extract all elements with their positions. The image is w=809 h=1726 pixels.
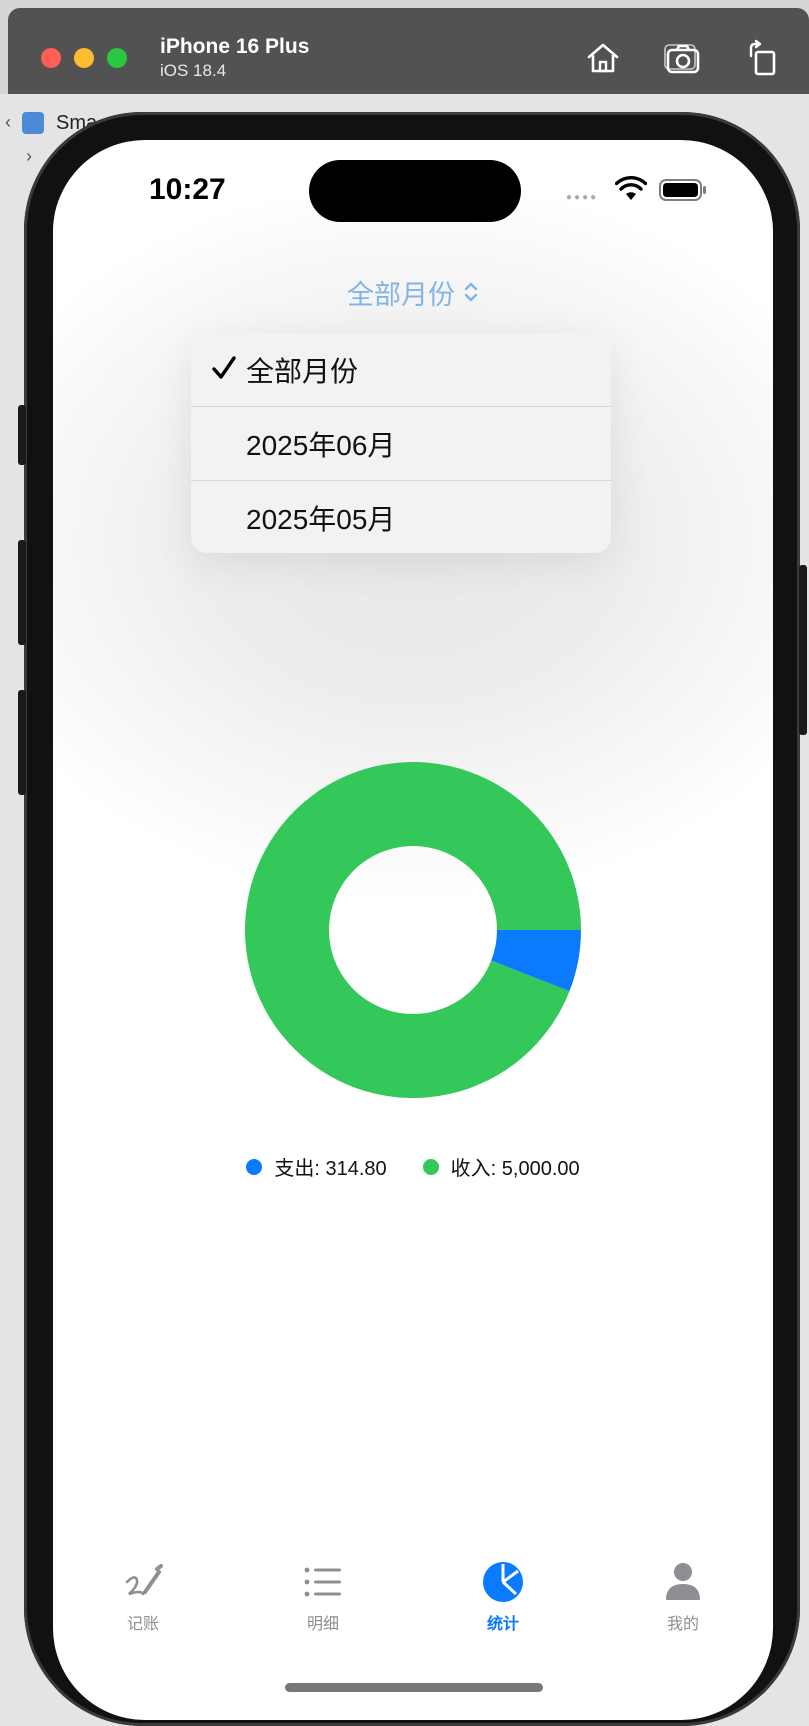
tab-profile[interactable]: 我的: [623, 1560, 743, 1650]
device-name: iPhone 16 Plus: [160, 35, 310, 58]
legend-dot-expense: [246, 1158, 263, 1175]
checkmark-icon: [212, 356, 236, 379]
chart-legend: 支出: 314.80 收入: 5,000.00: [53, 1152, 773, 1181]
action-button[interactable]: [18, 405, 26, 465]
volume-up-button[interactable]: [18, 540, 26, 645]
legend-item-income: 收入: 5,000.00: [422, 1152, 580, 1181]
month-picker-label: 全部月份: [347, 279, 455, 310]
tab-bar: 记账 明细 统计 我的: [53, 1560, 773, 1650]
disclosure-chevron-icon[interactable]: ‹: [5, 112, 11, 133]
tab-details[interactable]: 明细: [263, 1560, 383, 1650]
income-expense-donut-chart: [244, 762, 581, 1098]
list-icon: [304, 1567, 341, 1597]
pie-chart-icon: [483, 1562, 523, 1602]
chevron-up-down-icon: [464, 282, 478, 302]
disclosure-chevron-icon[interactable]: ›: [26, 146, 32, 167]
legend-item-expense: 支出: 314.80: [246, 1152, 387, 1181]
project-icon: [22, 112, 44, 134]
cellular-signal-icon: ●●●●: [566, 192, 599, 203]
status-time: 10:27: [149, 173, 226, 206]
month-dropdown-menu: 全部月份 2025年06月 2025年05月: [191, 333, 611, 553]
home-icon[interactable]: [583, 38, 623, 78]
rotate-icon[interactable]: [743, 38, 783, 78]
screenshot-icon[interactable]: [663, 38, 703, 78]
tab-record[interactable]: 记账: [83, 1560, 203, 1650]
minimize-window-button[interactable]: [74, 48, 94, 68]
month-option-label: 全部月份: [246, 355, 359, 387]
pen-scribble-icon: [125, 1564, 163, 1596]
app-screen: 10:27 ●●●● 全部月份 全部月份 2025年06月 2025年05月 支…: [53, 140, 773, 1720]
month-option-label: 2025年05月: [246, 503, 396, 535]
home-indicator: [285, 1683, 543, 1692]
battery-icon: [659, 179, 706, 201]
month-option-label: 2025年06月: [246, 429, 396, 461]
zoom-window-button[interactable]: [107, 48, 127, 68]
legend-label-expense: 支出: 314.80: [274, 1158, 387, 1180]
close-window-button[interactable]: [41, 48, 61, 68]
month-option-all[interactable]: 全部月份: [191, 333, 611, 407]
side-button[interactable]: [799, 565, 807, 735]
simulator-window: ‹ Sma › iPhone 16 Plus iOS 18.4 10:27 ●●…: [0, 0, 809, 1726]
month-option-2025-05[interactable]: 2025年05月: [191, 481, 611, 553]
tab-label: 统计: [486, 1616, 519, 1633]
dynamic-island: [309, 160, 521, 222]
month-picker-button[interactable]: 全部月份: [293, 272, 533, 312]
volume-down-button[interactable]: [18, 690, 26, 795]
device-os-version: iOS 18.4: [160, 61, 227, 80]
legend-label-income: 收入: 5,000.00: [450, 1158, 580, 1180]
person-icon: [666, 1563, 700, 1600]
legend-dot-income: [422, 1158, 439, 1175]
tab-label: 记账: [126, 1616, 159, 1633]
month-option-2025-06[interactable]: 2025年06月: [191, 407, 611, 481]
tab-statistics[interactable]: 统计: [443, 1560, 563, 1650]
simulator-toolbar: iPhone 16 Plus iOS 18.4: [8, 8, 809, 94]
tab-label: 明细: [306, 1616, 339, 1633]
tab-label: 我的: [666, 1616, 699, 1633]
wifi-icon: [615, 176, 647, 200]
